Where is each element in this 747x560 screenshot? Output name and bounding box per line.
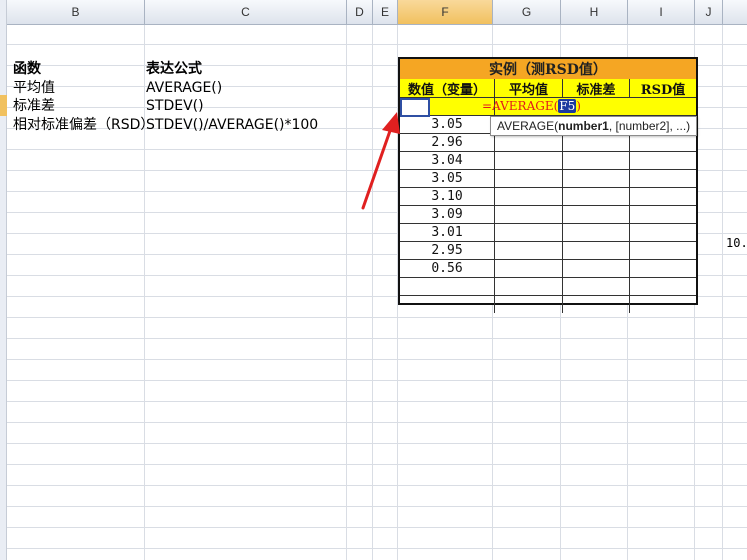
row-header-strip <box>0 0 7 560</box>
example-table-header: 数值（变量） 平均值 标准差 RSD值 <box>400 79 696 98</box>
example-table: 实例（测RSD值） 数值（变量） 平均值 标准差 RSD值 =AVERAGE(F… <box>398 57 698 313</box>
column-header-e[interactable]: E <box>373 0 398 25</box>
header-stdev: 标准差 <box>563 79 630 98</box>
row-formula-stdev: STDEV() <box>146 98 204 114</box>
table-row[interactable]: 2.96 <box>400 134 696 152</box>
example-table-title: 实例（测RSD值） <box>400 59 696 80</box>
table-row[interactable]: 0.56 <box>400 260 696 278</box>
row-name-stdev: 标准差 <box>13 98 55 114</box>
selected-row-marker[interactable] <box>0 95 7 116</box>
column-header-i[interactable]: I <box>628 0 695 25</box>
spreadsheet: B C D E F G H I J 函数 表达公式 平均值 AVERAGE() … <box>0 0 747 560</box>
column-header-d[interactable]: D <box>347 0 373 25</box>
function-tooltip[interactable]: AVERAGE(number1, [number2], ...) <box>490 116 698 136</box>
column-header-j[interactable]: J <box>695 0 723 25</box>
header-values: 数值（变量） <box>400 79 495 98</box>
tooltip-arg-number1[interactable]: number1 <box>558 119 609 133</box>
column-header-next[interactable] <box>723 0 747 25</box>
column-header-h[interactable]: H <box>561 0 628 25</box>
header-rsd: RSD值 <box>640 82 686 98</box>
row-name-average: 平均值 <box>13 80 55 96</box>
annotation-arrow <box>361 112 400 210</box>
table-row[interactable] <box>400 278 696 296</box>
formula-header: 表达公式 <box>146 61 202 77</box>
function-header: 函数 <box>13 61 41 77</box>
column-header-c[interactable]: C <box>145 0 347 25</box>
formula-text[interactable]: =AVERAGE(F5) <box>482 98 581 115</box>
header-average: 平均值 <box>495 79 563 98</box>
table-row[interactable]: 3.09 <box>400 206 696 224</box>
cell-reference[interactable]: F5 <box>558 99 577 113</box>
table-row[interactable] <box>400 296 696 313</box>
table-row[interactable]: 3.10 <box>400 188 696 206</box>
formula-row: =AVERAGE(F5) <box>400 98 696 117</box>
column-header-g[interactable]: G <box>493 0 561 25</box>
column-header-f[interactable]: F <box>398 0 493 25</box>
table-row[interactable]: 3.05 <box>400 170 696 188</box>
row-formula-rsd: STDEV()/AVERAGE()*100 <box>146 117 319 133</box>
table-row[interactable]: 2.95 <box>400 242 696 260</box>
column-header-b[interactable]: B <box>7 0 145 25</box>
table-row[interactable]: 3.01 <box>400 224 696 242</box>
partial-cell-value: 10. <box>726 236 747 250</box>
row-name-rsd: 相对标准偏差（RSD） <box>13 117 155 133</box>
row-formula-average: AVERAGE() <box>146 80 223 96</box>
table-row[interactable]: 3.04 <box>400 152 696 170</box>
